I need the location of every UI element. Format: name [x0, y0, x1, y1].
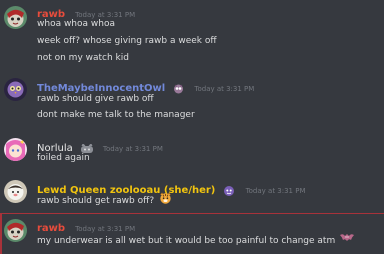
timestamp: Today at 3:31 PM [245, 186, 306, 195]
message-line: my underwear is all wet but it would be … [37, 233, 355, 248]
message-text: foiled again [37, 153, 90, 163]
chat-pane: rawb Today at 3:31 PM whoa whoa whoa wee… [0, 0, 384, 254]
avatar[interactable] [4, 138, 27, 161]
tiger-emoji-icon [159, 192, 172, 209]
timestamp: Today at 3:31 PM [194, 84, 255, 93]
badge-icon [223, 181, 235, 200]
message-text: dont make me talk to the manager [37, 110, 195, 120]
timestamp: Today at 3:31 PM [75, 224, 136, 233]
timestamp: Today at 3:31 PM [102, 144, 163, 153]
message-header: TheMaybeInnocentOwl Today at 3:31 PM [37, 78, 255, 94]
bat-emoji-icon [340, 233, 355, 248]
message-line: rawb should get rawb off? [37, 192, 172, 206]
message-header: Norlula Today at 3:31 PM [37, 138, 163, 154]
message-header: rawb Today at 3:31 PM [37, 218, 136, 234]
avatar[interactable] [4, 219, 27, 242]
message-header: rawb Today at 3:31 PM [37, 4, 135, 20]
message-text: not on my watch kid [37, 53, 129, 63]
message-text: whoa whoa whoa [37, 19, 115, 29]
message-text: week off? whose giving rawb a week off [37, 36, 217, 46]
message-text: rawb should get rawb off? [37, 196, 155, 206]
avatar[interactable] [4, 6, 27, 29]
message-text: my underwear is all wet but it would be … [37, 236, 336, 246]
unread-indicator [0, 214, 2, 254]
message-text: rawb should give rawb off [37, 94, 154, 104]
avatar[interactable] [4, 180, 27, 203]
owl-badge-icon [173, 79, 184, 98]
avatar[interactable] [4, 78, 27, 101]
new-messages-divider [0, 213, 384, 214]
